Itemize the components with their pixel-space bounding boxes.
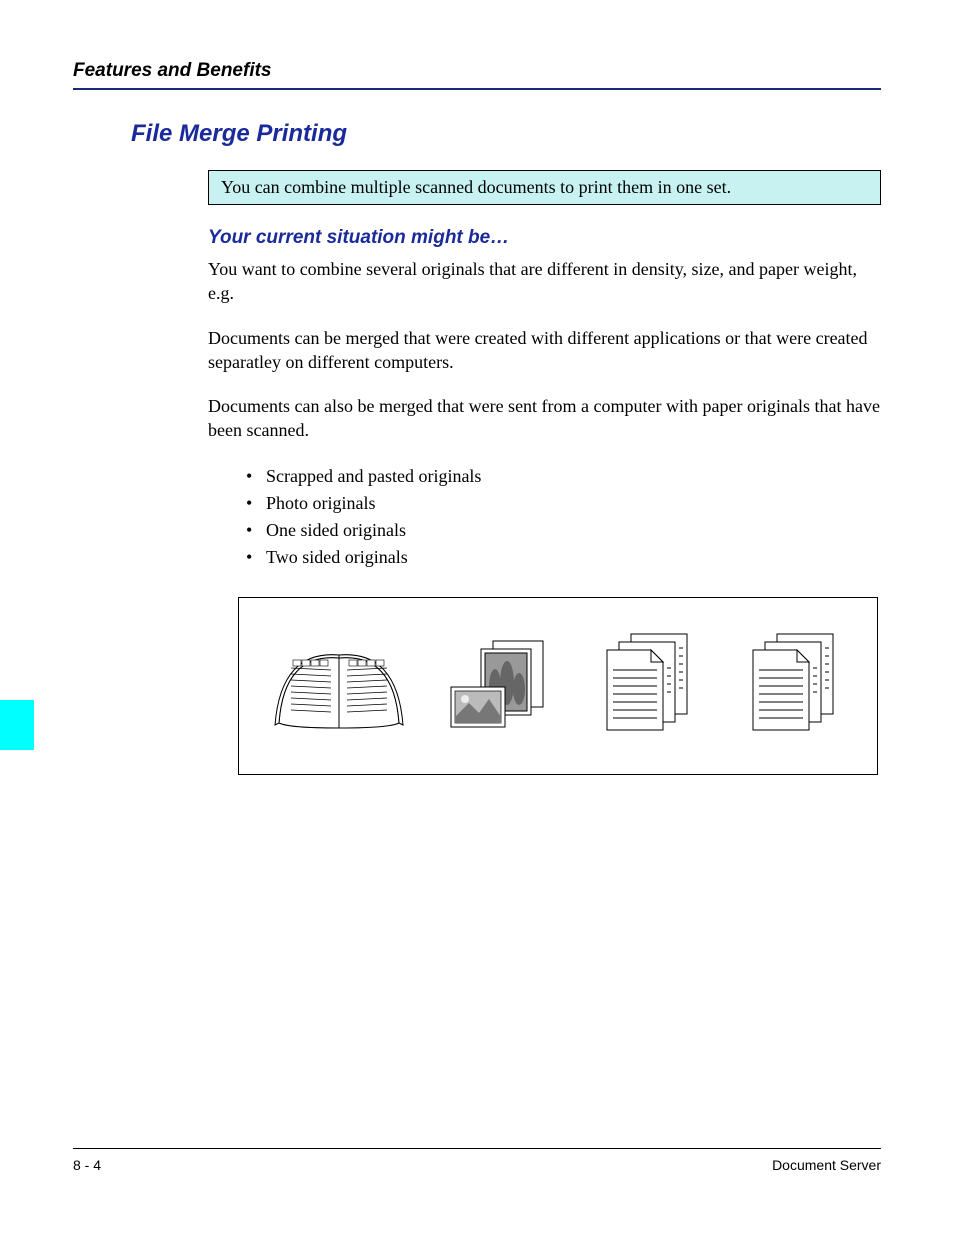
bullet-list: Scrapped and pasted originals Photo orig… — [246, 463, 881, 571]
illustration-box — [238, 597, 878, 775]
open-book-icon — [269, 628, 409, 738]
paragraph-1: You want to combine several originals th… — [208, 257, 881, 306]
bullet-item: Two sided originals — [246, 544, 881, 571]
page-footer: 8 - 4 Document Server — [73, 1148, 881, 1173]
page-number: 8 - 4 — [73, 1157, 101, 1173]
paragraph-2: Documents can be merged that were create… — [208, 326, 881, 375]
bullet-item: One sided originals — [246, 517, 881, 544]
bullet-item: Photo originals — [246, 490, 881, 517]
bullet-item: Scrapped and pasted originals — [246, 463, 881, 490]
page-header: Features and Benefits — [73, 60, 881, 90]
info-box: You can combine multiple scanned documen… — [208, 170, 881, 205]
footer-label: Document Server — [772, 1157, 881, 1173]
double-sided-pages-icon — [737, 628, 847, 738]
photos-icon — [445, 633, 555, 733]
section-title: File Merge Printing — [131, 120, 881, 148]
paragraph-3: Documents can also be merged that were s… — [208, 394, 881, 443]
thumb-tab — [0, 700, 34, 750]
single-sided-pages-icon — [591, 628, 701, 738]
subheading: Your current situation might be… — [208, 227, 881, 249]
